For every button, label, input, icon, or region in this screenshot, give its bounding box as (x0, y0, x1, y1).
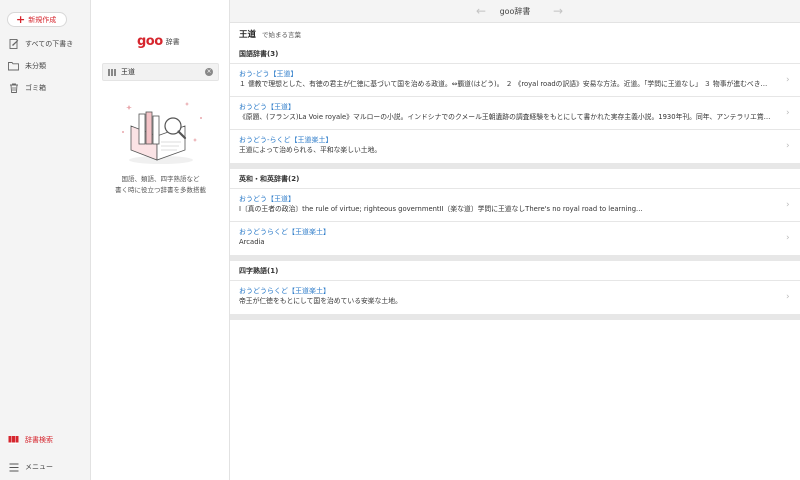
books-magnifier-illustration (115, 98, 207, 168)
search-suffix: で始まる言葉 (262, 30, 302, 39)
entry-reading: おうどう‐らくど【王道楽土】 (239, 136, 333, 144)
entry-definition: １ 儒教で理想とした、有徳の君主が仁徳に基づいて国を治める政道。⇔覇道(はどう)… (239, 80, 768, 88)
results-header: ← goo辞書 → (230, 0, 800, 23)
new-draft-button[interactable]: + 新規作成 (7, 12, 67, 27)
sidebar-item-label: ゴミ箱 (25, 84, 46, 92)
sidebar-item-dictionary-search[interactable]: 辞書検索 (8, 433, 53, 447)
results-pane: ← goo辞書 → 王道 で始まる言葉 国語辞書(3) おう‐どう【王道】 １ … (230, 0, 800, 480)
sidebar-item-label: 辞書検索 (25, 436, 53, 444)
sidebar-item-trash[interactable]: ゴミ箱 (8, 81, 46, 95)
list-item[interactable]: おうどう‐らくど【王道楽土】 王道によって治められる、平和な楽しい土地。 › (230, 130, 800, 163)
entry-reading: おうどう【王道】 (239, 103, 295, 111)
sidebar-item-menu[interactable]: メニュー (8, 460, 53, 474)
entry-reading: おうどう【王道】 (239, 195, 295, 203)
forward-arrow-icon[interactable]: → (553, 4, 563, 18)
entry-definition: I〔真の王者の政治〕the rule of virtue; righteous … (239, 205, 643, 213)
list-item[interactable]: おう‐どう【王道】 １ 儒教で理想とした、有徳の君主が仁徳に基づいて国を治める政… (230, 64, 800, 97)
page-title: goo辞書 (499, 6, 531, 16)
description-line: 国語、類語、四字熟語など (121, 175, 200, 183)
logo-subtitle: 辞書 (165, 38, 180, 46)
chevron-right-icon: › (786, 292, 790, 302)
search-heading: 王道 で始まる言葉 (230, 23, 800, 44)
chevron-right-icon: › (786, 75, 790, 85)
sidebar-item-label: メニュー (25, 463, 53, 471)
book-icon (108, 68, 116, 76)
dictionary-icon (8, 435, 19, 446)
chevron-right-icon: › (786, 141, 790, 151)
chevron-right-icon: › (786, 200, 790, 210)
goo-dictionary-logo: goo 辞書 (137, 35, 180, 48)
back-arrow-icon[interactable]: ← (476, 4, 486, 18)
entry-definition: 《原題、(フランス)La Voie royale》マルローの小説。インドシナでの… (239, 113, 771, 121)
sidebar-item-label: 未分類 (25, 62, 46, 70)
hamburger-menu-icon (8, 462, 19, 473)
plus-icon: + (16, 13, 26, 26)
dictionary-description: 国語、類語、四字熟語など 書く時に役立つ辞書を多数搭載 (97, 174, 224, 196)
clear-search-icon[interactable]: × (205, 68, 213, 76)
list-item[interactable]: おうどうらくど【王道楽土】 Arcadia › (230, 222, 800, 255)
list-item[interactable]: おうどうらくど【王道楽土】 帝王が仁徳をもとにして国を治めている安楽な土地。 › (230, 281, 800, 314)
draft-icon (8, 39, 19, 50)
sidebar: + 新規作成 すべての下書き 未分類 ゴミ箱 辞書検索 メニュー (0, 0, 91, 480)
search-panel: goo 辞書 × 国語、類語、四 (91, 0, 230, 480)
new-draft-label: 新規作成 (28, 15, 57, 24)
trash-icon (8, 83, 19, 94)
section-header-eiwa-waei: 英和・和英辞書(2) (230, 169, 800, 189)
chevron-right-icon: › (786, 108, 790, 118)
description-line: 書く時に役立つ辞書を多数搭載 (115, 186, 206, 194)
sidebar-item-uncategorized[interactable]: 未分類 (8, 59, 46, 73)
logo-text: goo (137, 34, 163, 49)
folder-icon (8, 61, 19, 72)
section-header-kokugo: 国語辞書(3) (230, 44, 800, 64)
entry-definition: 王道によって治められる、平和な楽しい土地。 (239, 146, 382, 154)
list-item[interactable]: おうどう【王道】 《原題、(フランス)La Voie royale》マルローの小… (230, 97, 800, 130)
entry-definition: 帝王が仁徳をもとにして国を治めている安楽な土地。 (239, 297, 402, 305)
search-word: 王道 (239, 29, 257, 40)
list-item[interactable]: おうどう【王道】 I〔真の王者の政治〕the rule of virtue; r… (230, 189, 800, 222)
entry-reading: おうどうらくど【王道楽土】 (239, 287, 330, 295)
search-box: × (102, 63, 219, 81)
search-input[interactable] (121, 68, 201, 76)
chevron-right-icon: › (786, 233, 790, 243)
entry-definition: Arcadia (239, 238, 265, 246)
section-divider (230, 314, 800, 320)
section-header-yoji-jukugo: 四字熟語(1) (230, 261, 800, 281)
sidebar-item-label: すべての下書き (25, 40, 74, 48)
entry-reading: おうどうらくど【王道楽土】 (239, 228, 330, 236)
sidebar-item-all-drafts[interactable]: すべての下書き (8, 37, 73, 51)
entry-reading: おう‐どう【王道】 (239, 70, 298, 78)
